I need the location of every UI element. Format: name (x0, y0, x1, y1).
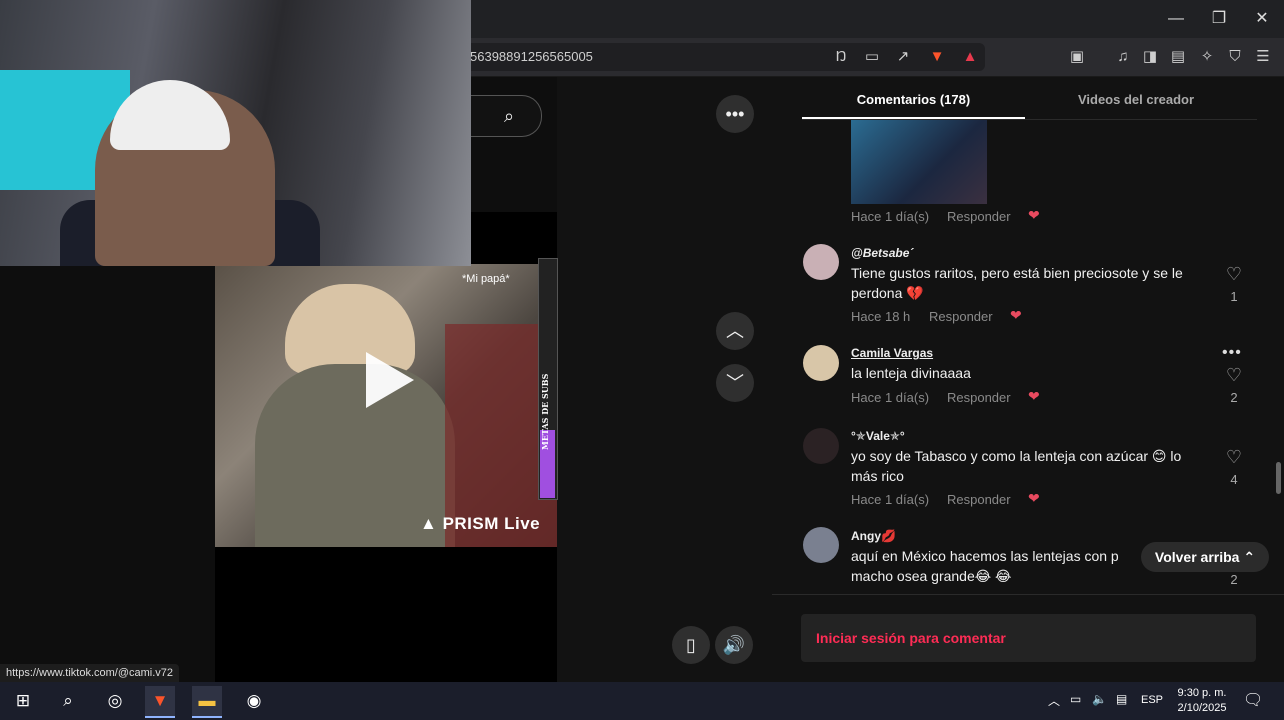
volume-icon[interactable]: 🔊 (715, 626, 753, 664)
avatar[interactable] (803, 345, 839, 381)
more-options-icon[interactable]: ••• (716, 95, 754, 133)
reply-button[interactable]: Responder (947, 390, 1011, 405)
clock-date: 2/10/2025 (1177, 702, 1227, 714)
brave-browser-icon[interactable]: ▼ (145, 686, 175, 718)
brave-shields-icon[interactable]: ▼ (926, 46, 948, 68)
prism-live-text: PRISM Live (442, 514, 541, 533)
restore-button[interactable]: ❐ (1199, 6, 1239, 32)
creator-liked-icon: ❤ (1028, 490, 1040, 506)
tray-chevron-up-icon[interactable]: ︿ (1048, 692, 1060, 709)
tab-creator-videos[interactable]: Videos del creador (1025, 86, 1247, 118)
comment-text: Tiene gustos raritos, pero está bien pre… (851, 265, 1183, 301)
comment-username[interactable]: @Betsabe´ (851, 246, 913, 260)
share-icon[interactable]: ↗ (892, 46, 914, 68)
notifications-icon[interactable]: 🗨 (1243, 690, 1263, 710)
leo-ai-icon[interactable]: ✧ (1196, 46, 1218, 68)
back-to-top-button[interactable]: Volver arriba ⌃ (1141, 542, 1269, 572)
chevron-down-icon[interactable]: ﹀ (716, 364, 754, 402)
reader-mode-icon[interactable]: ▣ (1066, 46, 1088, 68)
comment-image[interactable] (851, 120, 987, 204)
speaker-icon[interactable]: 🔈 (1092, 692, 1107, 706)
comments-panel (772, 77, 1284, 682)
reply-button[interactable]: Responder (929, 309, 993, 324)
music-icon[interactable]: ♫ (1112, 46, 1134, 68)
comment-time: Hace 1 día(s) (851, 209, 930, 224)
address-bar-url[interactable]: 56398891256565005 (470, 49, 593, 64)
comment-time: Hace 1 día(s) (851, 390, 930, 405)
scrollbar-thumb[interactable] (1276, 462, 1281, 494)
play-icon[interactable] (366, 352, 414, 408)
back-to-top-label: Volver arriba (1154, 549, 1240, 565)
windows-start-icon[interactable]: ⊞ (8, 686, 38, 716)
comment-text: la lenteja divinaaaa (851, 365, 971, 381)
like-count: 1 (1230, 289, 1238, 304)
translate-off-icon[interactable]: Ŋ (830, 46, 852, 68)
like-count: 2 (1230, 572, 1238, 587)
comment-text-continued: macho osea grande😂 😂 (851, 568, 1012, 584)
network-icon[interactable]: ▤ (1116, 692, 1127, 706)
search-icon[interactable]: ⌕ (504, 106, 514, 127)
search-icon[interactable]: ⌕ (53, 686, 83, 716)
vpn-icon[interactable]: ⛉ (1224, 46, 1246, 68)
task-view-icon[interactable]: ◎ (100, 686, 130, 716)
clock[interactable]: 9:30 p. m. 2/10/2025 (1172, 686, 1232, 716)
obs-icon[interactable]: ◉ (239, 686, 269, 716)
webcam-overlay (0, 0, 471, 266)
heart-icon[interactable]: ♡ (1224, 264, 1244, 285)
avatar[interactable] (803, 428, 839, 464)
comment-time: Hace 18 h (851, 309, 911, 324)
comment-username[interactable]: Angy💋 (851, 529, 896, 543)
creator-liked-icon: ❤ (1010, 307, 1022, 323)
reply-button[interactable]: Responder (947, 492, 1011, 507)
subs-goal-label: METAS DE SUBS (540, 373, 550, 450)
comment-username[interactable]: °✯Vale✯° (851, 429, 905, 443)
cast-icon[interactable]: ▭ (861, 46, 883, 68)
comment-time: Hace 1 día(s) (851, 492, 930, 507)
prism-live-watermark: ▲ PRISM Live (420, 514, 541, 533)
sidebar-icon[interactable]: ◨ (1139, 46, 1161, 68)
reply-button[interactable]: Responder (947, 209, 1011, 224)
double-chevron-up-icon: ⌃ (1243, 549, 1256, 565)
video-caption: *Mi papá* (462, 273, 510, 285)
wallet-icon[interactable]: ▤ (1167, 46, 1189, 68)
minimize-button[interactable]: — (1156, 6, 1196, 32)
comments-scrollbar[interactable] (1276, 120, 1282, 590)
comment-username[interactable]: Camila Vargas (851, 346, 933, 360)
like-count: 4 (1230, 472, 1238, 487)
active-tab-indicator (802, 117, 1025, 119)
heart-icon[interactable]: ♡ (1224, 447, 1244, 468)
menu-icon[interactable]: ☰ (1252, 46, 1274, 68)
close-window-button[interactable]: ✕ (1242, 6, 1282, 32)
status-bar-url: https://www.tiktok.com/@cami.v72 (0, 664, 180, 682)
avatar[interactable] (803, 527, 839, 563)
language-indicator[interactable]: ESP (1141, 694, 1163, 706)
avatar[interactable] (803, 244, 839, 280)
file-explorer-icon[interactable]: ▬ (192, 686, 222, 718)
tab-comments[interactable]: Comentarios (178) (802, 86, 1025, 118)
battery-icon[interactable]: ▭ (1070, 692, 1081, 706)
clock-time: 9:30 p. m. (1177, 687, 1227, 699)
more-options-icon[interactable]: ••• (1222, 344, 1242, 362)
like-count: 2 (1230, 390, 1238, 405)
mini-player-icon[interactable]: ▯ (672, 626, 710, 664)
comment-text: yo soy de Tabasco y como la lenteja con … (851, 448, 1182, 484)
chevron-up-icon[interactable]: ︿ (716, 312, 754, 350)
login-to-comment-label[interactable]: Iniciar sesión para comentar (816, 630, 1006, 646)
comment-text: aquí en México hacemos las lentejas con … (851, 548, 1119, 564)
heart-icon[interactable]: ♡ (1224, 365, 1244, 386)
creator-liked-icon: ❤ (1028, 207, 1040, 223)
creator-liked-icon: ❤ (1028, 388, 1040, 404)
brave-rewards-icon[interactable]: ▲ (959, 46, 981, 68)
